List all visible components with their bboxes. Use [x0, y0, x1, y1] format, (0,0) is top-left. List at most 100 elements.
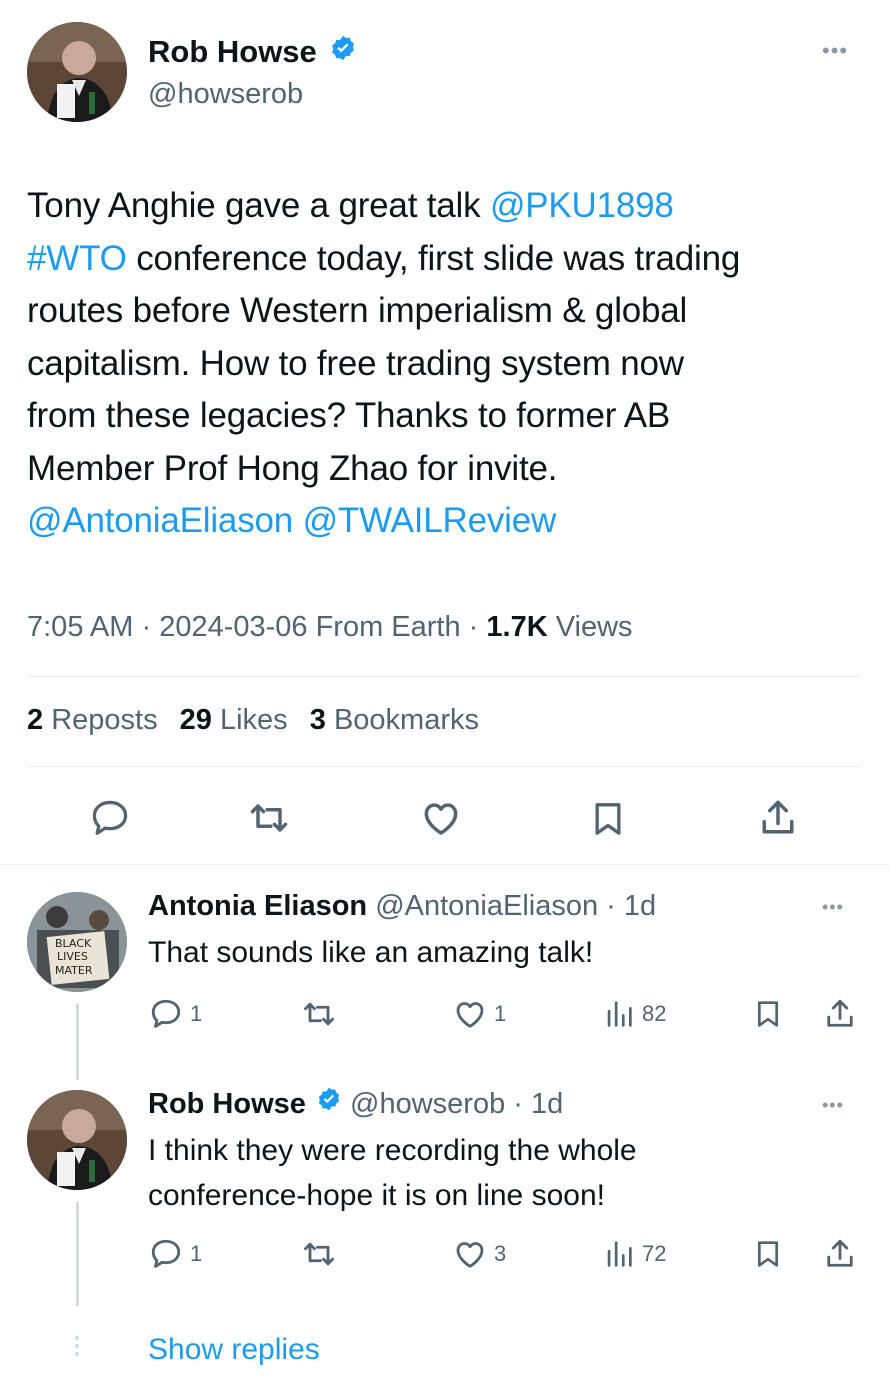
share-button[interactable]	[756, 796, 800, 840]
tweet-text: Tony Anghie gave a great talk @PKU1898 #…	[27, 180, 867, 548]
reply-author-handle[interactable]: @AntoniaEliason	[375, 890, 598, 922]
reply-text: I think they were recording the whole co…	[148, 1128, 637, 1218]
reposts-label: Reposts	[43, 704, 158, 736]
reposts-count: 2	[27, 704, 44, 736]
heart-icon	[456, 1002, 484, 1028]
analytics-icon	[607, 1001, 632, 1027]
views-button[interactable]: 82	[602, 996, 666, 1032]
reply-age[interactable]: · 1d	[598, 890, 656, 922]
more-options-icon[interactable]: •••	[822, 898, 844, 916]
tweet-text-line: capitalism. How to free trading system n…	[27, 343, 684, 383]
reply-count: 1	[190, 1241, 203, 1266]
reply-avatar[interactable]	[27, 1090, 127, 1190]
author-avatar[interactable]	[27, 22, 127, 122]
heart-icon	[424, 803, 458, 835]
mention-link[interactable]: @PKU1898	[490, 186, 674, 225]
views-button[interactable]: 72	[602, 1236, 666, 1272]
reply-button[interactable]	[88, 796, 132, 840]
share-icon	[762, 800, 794, 834]
share-button[interactable]	[822, 996, 858, 1032]
reply-author-name[interactable]: Antonia Eliason	[148, 890, 367, 922]
reply-age[interactable]: · 1d	[505, 1088, 563, 1120]
reply-count: 1	[190, 1001, 203, 1026]
reply-icon	[92, 800, 128, 835]
tweet-text-part: Tony Anghie gave a great talk	[27, 186, 490, 225]
likes-count: 29	[179, 704, 212, 736]
analytics-icon	[607, 1241, 632, 1267]
repost-button[interactable]	[246, 796, 292, 840]
repost-button[interactable]	[300, 1236, 338, 1272]
bookmarks-stat[interactable]: 3 Bookmarks	[310, 704, 479, 736]
bookmark-icon	[758, 1001, 778, 1027]
thread-more-dots-icon	[73, 1336, 81, 1356]
reply-header: Rob Howse @howserob · 1d	[148, 1086, 563, 1121]
reposts-stat[interactable]: 2 Reposts	[27, 704, 158, 736]
reply-text: That sounds like an amazing talk!	[148, 936, 594, 969]
verified-badge-icon	[329, 34, 357, 70]
reply-button[interactable]: 1	[148, 996, 202, 1032]
more-options-icon[interactable]: •••	[822, 1096, 844, 1114]
reply-text-line: conference-hope it is on line soon!	[148, 1179, 605, 1212]
reply-icon	[151, 1239, 181, 1268]
views-label: Views	[547, 611, 633, 643]
repost-icon	[250, 804, 288, 832]
meta-separator: ·	[133, 611, 160, 643]
bookmark-button[interactable]	[752, 1236, 784, 1272]
repost-button[interactable]	[300, 996, 338, 1032]
likes-label: Likes	[211, 704, 288, 736]
author-name[interactable]: Rob Howse	[148, 34, 317, 69]
share-icon	[827, 1239, 853, 1267]
tweet-time[interactable]: 7:05 AM	[27, 611, 133, 643]
thread-line	[76, 1004, 79, 1080]
divider	[0, 864, 889, 865]
views-count: 1.7K	[486, 611, 548, 643]
tweet-text-line: from these legacies? Thanks to former AB	[27, 396, 671, 435]
like-count: 3	[494, 1241, 507, 1266]
divider	[27, 676, 861, 677]
show-replies-link[interactable]: Show replies	[148, 1333, 320, 1367]
views-count: 82	[642, 1001, 667, 1026]
like-button[interactable]: 3	[452, 1236, 506, 1272]
tweet-text-line: routes before Western imperialism & glob…	[27, 291, 688, 330]
tweet-text-line: Member Prof Hong Zhao for invite.	[27, 448, 558, 488]
more-options-icon[interactable]: •••	[822, 40, 848, 62]
hashtag-link[interactable]: #WTO	[27, 239, 127, 278]
tweet-source: From Earth	[307, 611, 461, 643]
repost-icon	[304, 1002, 334, 1026]
share-button[interactable]	[822, 1236, 858, 1272]
reply-icon	[151, 999, 181, 1028]
reply-avatar[interactable]: BLACK LIVES MATER	[27, 892, 127, 992]
reply-author-name[interactable]: Rob Howse	[148, 1088, 306, 1120]
like-button[interactable]: 1	[452, 996, 506, 1032]
verified-badge-icon	[316, 1086, 342, 1120]
reply-author-handle[interactable]: @howserob	[350, 1088, 505, 1120]
repost-icon	[304, 1242, 334, 1266]
tweet-text-part: conference today, first slide was tradin…	[126, 238, 741, 278]
bookmark-icon	[758, 1241, 778, 1267]
mention-link[interactable]: @AntoniaEliason	[27, 501, 293, 540]
sign-line: BLACK	[55, 937, 92, 950]
meta-separator: ·	[460, 611, 487, 643]
sign-line: MATER	[55, 964, 93, 977]
mention-link[interactable]: @TWAILReview	[303, 501, 557, 540]
views-count: 72	[642, 1241, 667, 1266]
bookmark-button[interactable]	[588, 796, 628, 842]
divider	[27, 766, 861, 767]
tweet-meta: 7:05 AM · 2024-03-06 From Earth · 1.7K V…	[27, 611, 633, 644]
bookmark-button[interactable]	[752, 996, 784, 1032]
reply-button[interactable]: 1	[148, 1236, 202, 1272]
reply-text-line: I think they were recording the whole	[148, 1134, 637, 1167]
reply-header: Antonia Eliason @AntoniaEliason · 1d	[148, 890, 656, 923]
like-button[interactable]	[418, 796, 464, 840]
bookmark-icon	[595, 803, 621, 835]
engagement-stats: 2 Reposts 29 Likes 3 Bookmarks	[27, 704, 479, 737]
share-icon	[827, 999, 853, 1027]
thread-line	[76, 1202, 79, 1306]
sign-line: LIVES	[57, 950, 88, 963]
heart-icon	[456, 1242, 484, 1268]
likes-stat[interactable]: 29 Likes	[180, 704, 288, 736]
bookmarks-label: Bookmarks	[325, 704, 479, 736]
bookmarks-count: 3	[309, 704, 326, 736]
author-handle[interactable]: @howserob	[148, 78, 303, 111]
tweet-date[interactable]: 2024-03-06	[159, 611, 307, 643]
